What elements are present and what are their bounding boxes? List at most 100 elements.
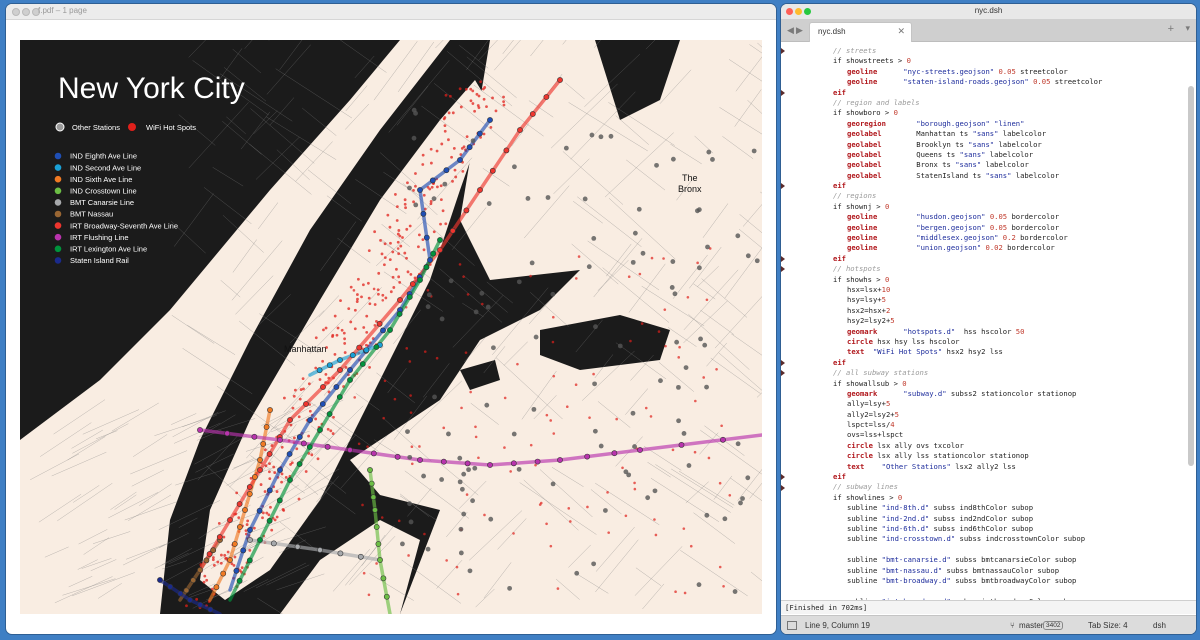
add-tab-icon[interactable]: +: [1168, 23, 1174, 35]
code-line: circle lsx ally lss stationcolor station…: [781, 451, 1102, 461]
wifi-hotspot-mark: [459, 105, 463, 109]
other-station-mark: [669, 285, 675, 290]
code-token: hsx=lsx+: [847, 284, 882, 294]
code-token: "staten-island-roads.geojson": [903, 77, 1029, 87]
other-station-mark: [413, 202, 419, 208]
code-token: Bronx ts: [881, 160, 956, 170]
subway-station-mark: [247, 537, 253, 543]
wifi-hotspot-mark: [265, 511, 269, 515]
subway-station-mark: [417, 187, 423, 193]
legend-swatch-subway-line: [54, 257, 62, 264]
panel-toggle-icon[interactable]: [787, 621, 797, 630]
wifi-hotspot-mark: [567, 507, 571, 510]
wifi-hotspot-mark: [397, 229, 401, 232]
tab-nyc-dsh[interactable]: nyc.dsh ✕: [809, 22, 912, 42]
wifi-hotspot-mark: [347, 307, 351, 310]
wifi-hotspot-mark: [410, 445, 414, 449]
other-station-mark: [645, 495, 651, 501]
wifi-hotspot-mark: [421, 238, 425, 242]
wifi-hotspot-mark: [353, 327, 357, 331]
vertical-scrollbar[interactable]: [1188, 86, 1194, 466]
tab-menu-chevron-icon[interactable]: ▾: [1185, 23, 1190, 34]
wifi-hotspot-mark: [671, 448, 675, 452]
wifi-hotspot-mark: [545, 522, 548, 526]
code-token: StatenIsland ts: [881, 170, 986, 180]
code-token: 0: [884, 201, 890, 211]
code-area[interactable]: // streets if showstreets > 0 geoline "nyc…: [781, 42, 1196, 600]
wifi-hotspot-mark: [485, 105, 488, 109]
subway-station-mark: [517, 127, 523, 133]
wifi-hotspot-mark: [454, 175, 458, 179]
wifi-hotspot-mark: [462, 275, 465, 278]
other-station-mark: [458, 526, 464, 532]
wifi-hotspot-mark: [297, 415, 301, 419]
other-station-mark: [632, 444, 637, 449]
branch-icon: ⑂: [1010, 621, 1015, 630]
wifi-hotspot-mark: [461, 169, 465, 173]
wifi-hotspot-mark: [245, 523, 249, 526]
minimize-window-button[interactable]: [22, 8, 30, 16]
wifi-hotspot-mark: [462, 145, 466, 149]
code-line: // regions: [781, 191, 1102, 201]
code-token: if showlines >: [833, 492, 898, 502]
other-station-mark: [695, 208, 700, 214]
other-station-mark: [706, 149, 712, 155]
code-line: eif: [781, 181, 1102, 191]
subway-station-mark: [394, 453, 401, 460]
other-station-mark: [630, 259, 636, 265]
wifi-hotspot-mark: [689, 544, 693, 548]
wifi-hotspot-mark: [329, 429, 333, 433]
code-token: 0.2: [1002, 233, 1016, 243]
wifi-hotspot-mark: [377, 292, 380, 296]
subway-station-mark: [363, 347, 370, 353]
close-window-button[interactable]: [12, 8, 20, 16]
subway-station-mark: [276, 497, 283, 504]
wifi-hotspot-mark: [627, 275, 631, 278]
other-station-mark: [550, 481, 556, 487]
wifi-hotspot-mark: [451, 111, 455, 115]
subway-station-mark: [337, 367, 343, 373]
other-station-mark: [533, 334, 539, 340]
forward-arrow-icon[interactable]: ▶: [796, 25, 803, 36]
git-branch[interactable]: master: [1019, 621, 1043, 630]
code-token: 0: [906, 56, 911, 66]
syntax-selector[interactable]: dsh: [1153, 621, 1166, 630]
wifi-hotspot-mark: [606, 491, 609, 494]
tab-size-selector[interactable]: Tab Size: 4: [1088, 621, 1128, 630]
wifi-hotspot-mark: [380, 252, 384, 256]
subway-station-mark: [349, 352, 356, 359]
wifi-hotspot-mark: [362, 571, 366, 575]
wifi-hotspot-mark: [293, 388, 297, 392]
subway-station-mark: [368, 480, 375, 487]
wifi-hotspot-mark: [491, 96, 494, 100]
subway-station-mark: [359, 361, 366, 367]
subway-station-mark: [417, 277, 423, 283]
code-line: subline "ind-8th.d" subss ind8thColor su…: [781, 503, 1102, 513]
legend-label-subway-line: IND Eighth Ave Line: [70, 152, 137, 161]
subway-station-mark: [376, 320, 383, 327]
code-line: if showallsub > 0: [781, 379, 1102, 389]
code-token: // all subway stations: [833, 368, 929, 378]
wifi-hotspot-mark: [674, 590, 677, 594]
wifi-hotspot-mark: [421, 163, 425, 166]
other-station-mark: [632, 230, 638, 236]
wifi-hotspot-mark: [404, 206, 407, 210]
wifi-hotspot-mark: [291, 406, 295, 410]
back-arrow-icon[interactable]: ◀: [787, 25, 794, 36]
code-token: bordercolor: [1007, 222, 1060, 232]
wifi-hotspot-mark: [360, 295, 363, 299]
wifi-hotspot-mark: [356, 277, 360, 281]
wifi-hotspot-mark: [386, 213, 390, 217]
wifi-hotspot-mark: [395, 267, 398, 271]
other-station-mark: [516, 279, 522, 285]
code-token: bordercolor: [1002, 243, 1055, 253]
wifi-hotspot-mark: [718, 481, 722, 485]
close-tab-icon[interactable]: ✕: [897, 26, 905, 37]
subway-station-mark: [420, 210, 427, 217]
wifi-hotspot-mark: [426, 288, 430, 292]
other-station-mark: [732, 589, 738, 594]
subway-station-mark: [367, 467, 373, 473]
